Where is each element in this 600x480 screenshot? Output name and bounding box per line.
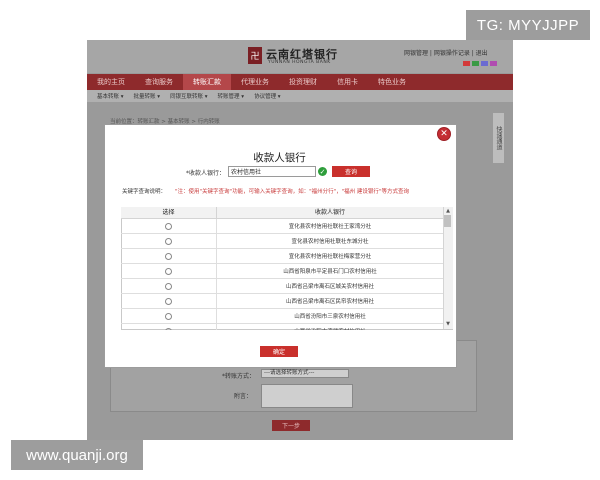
bank-name-cell: 山西省汾阳市三泉农村信用社	[294, 314, 366, 320]
table-row[interactable]: 山西省汾阳市演武农村信用社	[121, 324, 443, 330]
theme-color-swatch[interactable]	[490, 61, 497, 66]
bank-name-cell: 山西省吕梁市离石区民帘农村信用社	[285, 299, 374, 305]
radio-button[interactable]	[165, 237, 172, 245]
table-row[interactable]: 宣化县农村信用社联社梅家营分社	[121, 249, 443, 264]
bank-name-en: YUNNAN HONGTA BANK	[268, 60, 331, 65]
payee-bank-input[interactable]	[228, 166, 316, 177]
theme-switcher[interactable]	[463, 61, 497, 66]
top-links[interactable]: 网银管理 | 网银操作记录 | 退出	[404, 48, 488, 57]
nav-item[interactable]: 代理业务	[231, 74, 279, 90]
row-select-cell	[121, 219, 217, 233]
row-select-cell	[121, 294, 217, 308]
bank-name-cell: 宣化县农村信用社联社东城分社	[291, 239, 369, 245]
radio-button[interactable]	[165, 252, 172, 260]
row-select-cell	[121, 324, 217, 330]
radio-button[interactable]	[165, 222, 172, 230]
nav-item[interactable]: 转账汇款	[183, 74, 231, 90]
scroll-down-icon[interactable]: ▼	[444, 321, 452, 327]
header-bank: 收款人银行	[314, 209, 345, 216]
note-textarea[interactable]	[261, 384, 353, 408]
note-label: 附言：	[234, 393, 253, 400]
dialog-title: 收款人银行	[253, 152, 306, 164]
table-row[interactable]: 宣化县农村信用社联社王家湾分社	[121, 219, 443, 234]
radio-button[interactable]	[165, 312, 172, 320]
row-select-cell	[121, 309, 217, 323]
watermark-tg: TG: MYYJJPP	[466, 10, 590, 40]
query-button[interactable]: 查询	[332, 166, 370, 177]
table-header: 选择 收款人银行	[121, 207, 443, 219]
scroll-thumb[interactable]	[444, 215, 451, 227]
keyword-hint-text: "注：使用"关键字查询"功能，可输入关键字查询，如："福州分行"，"福州 建设银…	[175, 189, 409, 195]
table-body: 宣化县农村信用社联社王家湾分社 宣化县农村信用社联社东城分社 宣化县农村信用社联社梅…	[121, 219, 443, 330]
bank-name-cell: 山西省汾阳市演武农村信用社	[217, 324, 443, 330]
watermark-site: www.quanji.org	[11, 440, 143, 470]
nav-item[interactable]: 查询服务	[135, 74, 183, 90]
subnav-item[interactable]: 同银互联转账 ▾	[170, 92, 208, 100]
next-button[interactable]: 下一步	[272, 420, 310, 431]
quick-access-tab[interactable]: 快速通道	[493, 113, 504, 163]
table-row[interactable]: 山西省汾阳市三泉农村信用社	[121, 309, 443, 324]
theme-color-swatch[interactable]	[472, 61, 479, 66]
nav-item[interactable]: 信用卡	[327, 74, 368, 90]
bank-name-cell: 宣化县农村信用社联社王家湾分社	[288, 224, 372, 230]
subnav-item[interactable]: 协议管理 ▾	[254, 92, 281, 100]
transfer-method-label: *转账方式：	[222, 373, 256, 380]
radio-button[interactable]	[165, 327, 172, 330]
scroll-up-icon[interactable]: ▲	[444, 208, 452, 214]
table-row[interactable]: 山西省吕梁市离石区城关农村信用社	[121, 279, 443, 294]
table-row[interactable]: 山西省阳泉市平定县石门口农村信用社	[121, 264, 443, 279]
row-select-cell	[121, 264, 217, 278]
check-icon: ✓	[318, 167, 327, 176]
table-row[interactable]: 山西省吕梁市离石区民帘农村信用社	[121, 294, 443, 309]
close-icon[interactable]: ✕	[437, 127, 451, 141]
subnav-item[interactable]: 批量转账 ▾	[134, 92, 161, 100]
sub-nav: 基本转账 ▾ 批量转账 ▾ 同银互联转账 ▾ 转账管理 ▾ 协议管理 ▾	[87, 90, 513, 102]
subnav-item[interactable]: 转账管理 ▾	[218, 92, 245, 100]
bank-name-cell: 山西省吕梁市离石区城关农村信用社	[285, 284, 374, 290]
transfer-method-select[interactable]: ---请选择转账方式---	[261, 369, 349, 378]
radio-button[interactable]	[165, 297, 172, 305]
radio-button[interactable]	[165, 282, 172, 290]
row-select-cell	[121, 234, 217, 248]
payee-bank-label: *收款人银行：	[186, 170, 226, 177]
bank-logo-icon: 卍	[248, 47, 262, 64]
row-select-cell	[121, 249, 217, 263]
nav-item[interactable]: 我的主页	[87, 74, 135, 90]
confirm-button[interactable]: 确定	[260, 346, 298, 357]
subnav-item[interactable]: 基本转账 ▾	[97, 92, 124, 100]
theme-color-swatch[interactable]	[463, 61, 470, 66]
bank-name-cell: 宣化县农村信用社联社梅家营分社	[288, 254, 372, 260]
nav-item[interactable]: 特色业务	[368, 74, 416, 90]
nav-item[interactable]: 投资理财	[279, 74, 327, 90]
bank-name-cell: 山西省阳泉市平定县石门口农村信用社	[283, 269, 377, 275]
theme-color-swatch[interactable]	[481, 61, 488, 66]
keyword-hint-label: 关键字查询说明：	[122, 189, 167, 195]
radio-button[interactable]	[165, 267, 172, 275]
header-select: 选择	[121, 207, 217, 218]
main-nav: 我的主页 查询服务 转账汇款 代理业务 投资理财 信用卡 特色业务	[87, 74, 513, 90]
table-row[interactable]: 宣化县农村信用社联社东城分社	[121, 234, 443, 249]
row-select-cell	[121, 279, 217, 293]
